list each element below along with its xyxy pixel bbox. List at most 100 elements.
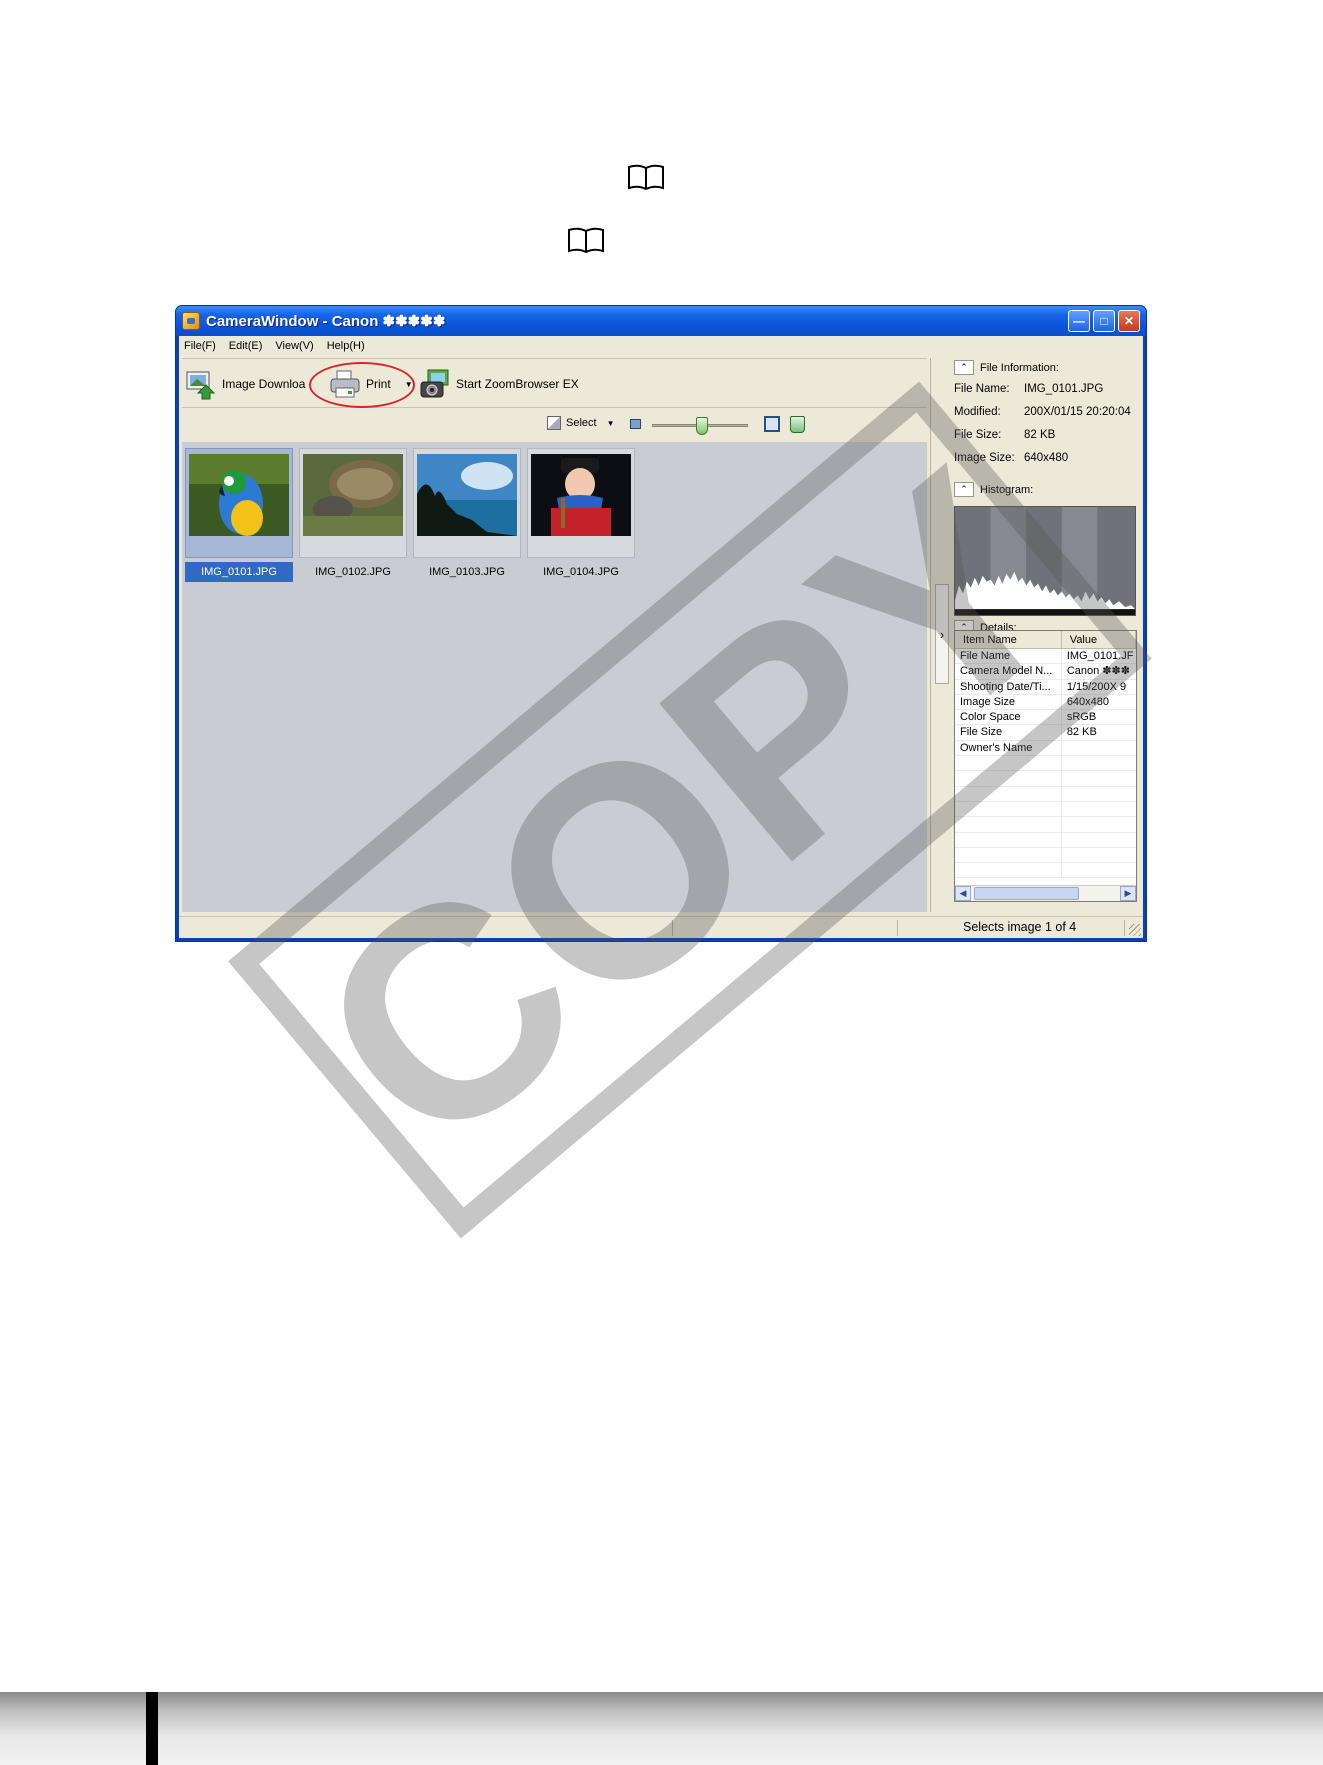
main-toolbar: Image Downloa Print ▼ Start ZoomBrowser … (182, 358, 927, 408)
detail-value: IMG_0101.JF (1066, 650, 1134, 662)
panel-splitter[interactable]: › (930, 358, 950, 912)
detail-item: Image Size (955, 694, 1062, 710)
zoombrowser-icon (418, 367, 452, 401)
printer-icon (328, 367, 362, 401)
status-text: Selects image 1 of 4 (963, 920, 1077, 934)
horizontal-scrollbar[interactable]: ◀ ▶ (955, 885, 1136, 901)
info-value: 200X/01/15 20:20:04 (1024, 406, 1131, 418)
close-icon[interactable]: ✕ (1118, 310, 1140, 332)
info-row: Modified: 200X/01/15 20:20:04 (954, 406, 1131, 418)
histogram-header: ⌃ Histogram: (954, 482, 1033, 497)
thumbnail-label: IMG_0103.JPG (429, 566, 505, 578)
menu-edit[interactable]: Edit(E) (229, 340, 263, 352)
small-thumbnail-icon[interactable] (630, 419, 641, 429)
detail-value (1062, 741, 1136, 755)
table-row[interactable]: Image Size 640x480 (955, 694, 1136, 711)
histogram-graph (954, 506, 1136, 616)
menu-file[interactable]: File(F) (184, 340, 216, 352)
status-bar: Selects image 1 of 4 (179, 916, 1143, 938)
table-row (955, 786, 1136, 802)
collapse-icon[interactable]: ⌃ (954, 482, 974, 497)
thumbnail-label: IMG_0101.JPG (185, 562, 293, 582)
info-value: IMG_0101.JPG (1024, 383, 1104, 395)
menu-bar: File(F) Edit(E) View(V) Help(H) (179, 336, 1143, 356)
collapse-icon[interactable]: ⌃ (954, 360, 974, 375)
info-row: File Name: IMG_0101.JPG (954, 383, 1103, 395)
window-title: CameraWindow - Canon ✽✽✽✽✽ (206, 313, 446, 330)
info-key: Modified: (954, 406, 1001, 418)
thumbnail-item[interactable]: IMG_0101.JPG (185, 448, 293, 582)
file-info-heading: File Information: (980, 361, 1059, 374)
fit-to-window-icon[interactable] (764, 416, 780, 432)
chevron-right-icon[interactable]: › (935, 584, 949, 684)
select-label: Select (566, 417, 597, 429)
info-row: Image Size: 640x480 (954, 452, 1068, 464)
view-toolbar: Select ▼ (182, 410, 927, 440)
child-photo (531, 454, 631, 536)
print-button[interactable]: Print ▼ (328, 367, 413, 401)
detail-value: Canon ✽✽✽ (1066, 665, 1130, 678)
info-row: File Size: 82 KB (954, 429, 1055, 441)
detail-value: 640x480 (1066, 695, 1110, 708)
detail-value: sRGB (1066, 711, 1097, 724)
detail-item: File Size (955, 725, 1062, 740)
select-button[interactable]: Select ▼ (547, 416, 615, 430)
column-header-value[interactable]: Value (1062, 631, 1136, 648)
trash-icon[interactable] (790, 416, 805, 433)
start-zoombrowser-label: Start ZoomBrowser EX (456, 377, 579, 391)
table-row[interactable]: File Name IMG_0101.JF (955, 649, 1136, 665)
image-download-button[interactable]: Image Downloa (184, 367, 305, 401)
table-row (955, 756, 1136, 772)
thumbnail-label: IMG_0102.JPG (315, 566, 391, 578)
details-table[interactable]: Item Name Value File Name IMG_0101.JF Cam… (954, 630, 1137, 902)
detail-item: Shooting Date/Ti... (955, 679, 1062, 694)
table-row (955, 771, 1136, 787)
table-row[interactable]: File Size 82 KB (955, 725, 1136, 741)
info-key: File Size: (954, 429, 1002, 441)
menu-view[interactable]: View(V) (275, 340, 313, 352)
column-header-item-name[interactable]: Item Name (955, 631, 1062, 648)
resize-grip-icon[interactable] (1129, 924, 1141, 936)
table-row[interactable]: Shooting Date/Ti... 1/15/200X 9 (955, 679, 1136, 695)
scroll-left-icon[interactable]: ◀ (955, 886, 971, 901)
table-row (955, 817, 1136, 833)
image-download-label: Image Downloa (222, 377, 306, 391)
menu-help[interactable]: Help(H) (327, 340, 365, 352)
minimize-icon[interactable]: — (1068, 310, 1090, 332)
thumbnail-browser-area[interactable]: IMG_0101.JPG IMG_0102.JPG IMG_0103.JPG I… (182, 442, 927, 912)
details-table-header: Item Name Value (955, 631, 1136, 649)
table-row[interactable]: Color Space sRGB (955, 710, 1136, 726)
window-client: File(F) Edit(E) View(V) Help(H) Image Do… (179, 336, 1143, 938)
book-reference-icon (626, 163, 666, 191)
start-zoombrowser-button[interactable]: Start ZoomBrowser EX (418, 367, 579, 401)
detail-item: Owner's Name (955, 740, 1062, 756)
thumbnail-item[interactable]: IMG_0102.JPG (299, 448, 407, 578)
histogram-heading: Histogram: (980, 483, 1034, 496)
info-key: Image Size: (954, 452, 1015, 464)
detail-value: 82 KB (1066, 726, 1097, 739)
title-bar[interactable]: CameraWindow - Canon ✽✽✽✽✽ — □ ✕ (176, 306, 1146, 336)
thumbnail-item[interactable]: IMG_0103.JPG (413, 448, 521, 578)
detail-value: 1/15/200X 9 (1066, 680, 1127, 693)
camerawindow-app-icon (182, 312, 200, 330)
table-row[interactable]: Camera Model N... Canon ✽✽✽ (955, 664, 1136, 680)
table-row (955, 847, 1136, 864)
thumbnail-size-slider-thumb[interactable] (696, 417, 708, 435)
table-row (955, 832, 1136, 848)
print-dropdown-arrow-icon[interactable]: ▼ (405, 380, 413, 389)
info-value: 82 KB (1024, 429, 1056, 441)
thumbnail-item[interactable]: IMG_0104.JPG (527, 448, 635, 578)
scroll-right-icon[interactable]: ▶ (1120, 886, 1136, 901)
detail-item: File Name (955, 649, 1062, 664)
info-value: 640x480 (1024, 452, 1069, 464)
select-icon (547, 416, 561, 430)
detail-item: Camera Model N... (955, 664, 1062, 679)
select-dropdown-arrow-icon[interactable]: ▼ (607, 419, 615, 428)
footer-band (0, 1692, 1323, 1765)
tortoise-photo (303, 454, 403, 536)
table-row[interactable]: Owner's Name (955, 740, 1136, 757)
scrollbar-thumb[interactable] (974, 887, 1079, 900)
maximize-icon[interactable]: □ (1093, 310, 1115, 332)
file-info-header: ⌃ File Information: (954, 360, 1059, 375)
parrot-photo (189, 454, 289, 536)
